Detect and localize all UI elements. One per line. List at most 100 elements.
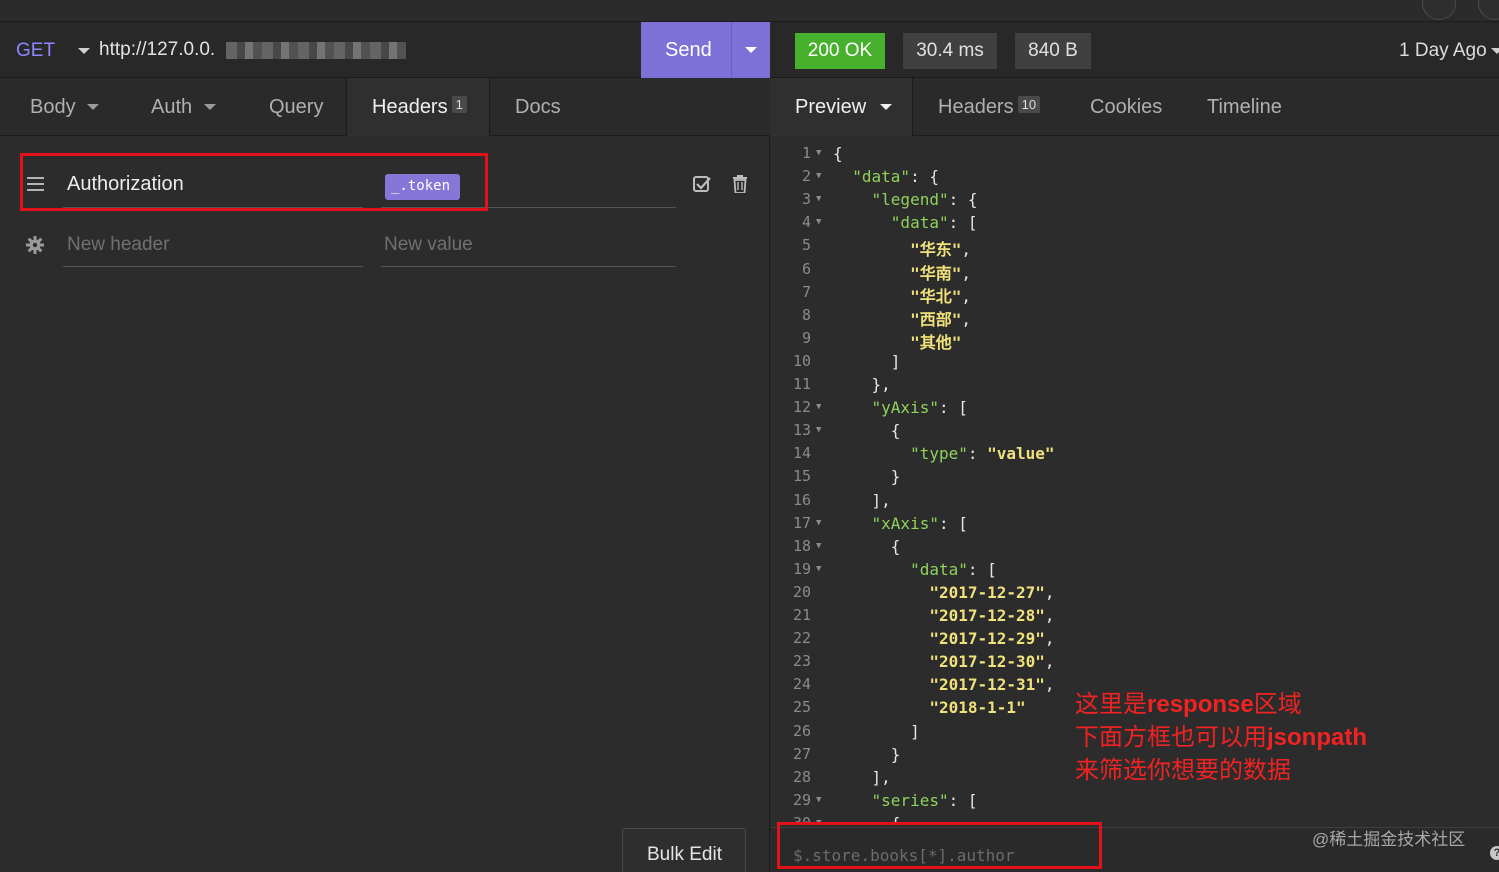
code-line: }	[833, 745, 901, 764]
new-value-input[interactable]: New value	[384, 234, 473, 256]
tab-cookies[interactable]: Cookies	[1090, 78, 1162, 136]
code-line: "series": [	[833, 791, 978, 810]
tab-label: Timeline	[1207, 96, 1282, 118]
headers-editor: Authorization _.token New header New val…	[0, 0, 770, 872]
json-key: "legend"	[871, 190, 949, 210]
line-number: 26	[792, 721, 811, 740]
fold-toggle-icon[interactable]: ▼	[816, 171, 821, 181]
annotation-line2-b: jsonpath	[1267, 724, 1367, 751]
json-punct	[833, 791, 872, 810]
help-icon[interactable]: ?	[1490, 846, 1499, 860]
line-number: 22	[792, 629, 811, 648]
json-value: "2017-12-30"	[929, 652, 1045, 672]
watermark: @稀土掘金技术社区	[1312, 830, 1466, 849]
line-number: 14	[792, 444, 811, 463]
json-key: "yAxis"	[871, 398, 939, 418]
line-number: 5	[801, 236, 811, 255]
response-status-bar: 200 OK 30.4 ms 840 B 1 Day Ago	[771, 22, 1499, 78]
line-number: 10	[792, 351, 811, 370]
json-punct: ,	[1044, 606, 1055, 625]
json-punct	[833, 629, 929, 648]
json-punct	[833, 398, 872, 417]
json-key: "xAxis"	[871, 513, 939, 533]
json-value: "2018-1-1"	[929, 698, 1026, 718]
json-punct: ,	[1044, 629, 1055, 649]
chevron-down-icon	[879, 104, 892, 110]
code-line: "华东",	[833, 236, 971, 260]
line-number: 8	[801, 305, 811, 324]
fold-toggle-icon[interactable]: ▼	[816, 148, 821, 158]
line-number: 2	[801, 167, 811, 186]
json-value: "2017-12-27"	[929, 582, 1045, 602]
json-punct	[833, 675, 929, 694]
response-size-badge: 840 B	[1015, 33, 1091, 69]
settings-circle-icon[interactable]	[1422, 0, 1456, 20]
json-punct: : [	[948, 213, 978, 233]
fold-toggle-icon[interactable]: ▼	[816, 217, 821, 227]
new-header-input[interactable]: New header	[67, 234, 169, 256]
fold-toggle-icon[interactable]: ▼	[816, 564, 821, 574]
line-number: 4	[801, 213, 811, 232]
line-number: 25	[792, 698, 811, 717]
json-punct: }	[833, 467, 901, 487]
json-punct	[833, 167, 852, 186]
tab-preview[interactable]: Preview	[770, 78, 913, 137]
json-value: "2017-12-29"	[929, 629, 1045, 649]
tab-timeline[interactable]: Timeline	[1207, 78, 1282, 136]
json-punct	[833, 444, 910, 463]
json-punct: },	[833, 375, 891, 394]
json-punct: {	[833, 536, 901, 556]
fold-toggle-icon[interactable]: ▼	[816, 541, 821, 551]
json-value: "华东"	[910, 240, 962, 260]
line-number: 11	[792, 375, 811, 393]
bulk-edit-button[interactable]: Bulk Edit	[622, 828, 746, 872]
edit-circle-icon[interactable]	[1478, 0, 1499, 20]
gear-icon[interactable]	[26, 236, 44, 254]
line-number: 6	[801, 259, 811, 278]
line-number: 27	[792, 744, 811, 763]
json-punct	[833, 190, 872, 209]
json-punct: : {	[948, 190, 978, 210]
response-age-dropdown[interactable]: 1 Day Ago	[1399, 40, 1487, 62]
json-punct	[833, 333, 910, 352]
json-punct: ,	[1044, 675, 1055, 695]
code-line: ],	[833, 491, 891, 510]
fold-toggle-icon[interactable]: ▼	[816, 425, 821, 435]
fold-toggle-icon[interactable]: ▼	[816, 518, 821, 528]
json-value: "其他"	[910, 332, 962, 352]
line-number: 28	[792, 767, 811, 786]
json-value: "2017-12-28"	[929, 606, 1045, 625]
code-line: "2017-12-28",	[833, 606, 1055, 625]
code-line: "2018-1-1"	[833, 698, 1026, 718]
annotation-line1-a: 这里是	[1075, 691, 1147, 718]
highlight-box-filter	[777, 822, 1102, 869]
json-key: "data"	[852, 167, 911, 187]
code-line: "西部",	[833, 306, 971, 330]
line-number: 1	[801, 144, 811, 162]
annotation-line2-a: 下面方框也可以用	[1075, 724, 1267, 751]
code-line: "2017-12-31",	[833, 675, 1055, 695]
annotation-text: 这里是response区域 下面方框也可以用jsonpath 来筛选你想要的数据	[1075, 688, 1367, 787]
fold-toggle-icon[interactable]: ▼	[816, 402, 821, 412]
code-line: {	[833, 421, 901, 440]
checkbox-checked-icon[interactable]	[693, 175, 711, 192]
json-punct: ]	[833, 721, 920, 741]
tab-response-headers[interactable]: Headers 10	[938, 78, 1041, 136]
line-number: 18	[792, 536, 811, 555]
line-number: 23	[792, 652, 811, 671]
json-value: "华南"	[910, 263, 962, 283]
json-punct: ,	[961, 286, 971, 306]
response-time-badge: 30.4 ms	[903, 33, 997, 69]
line-number: 13	[792, 421, 811, 440]
tab-label: Headers	[938, 96, 1014, 118]
fold-toggle-icon[interactable]: ▼	[816, 194, 821, 204]
trash-icon[interactable]	[732, 175, 748, 193]
code-line: "2017-12-30",	[833, 652, 1054, 672]
fold-toggle-icon[interactable]: ▼	[816, 795, 821, 805]
code-line: "legend": {	[833, 190, 978, 209]
annotation-line1-b: response	[1147, 691, 1254, 718]
json-punct	[833, 264, 910, 283]
json-key: "type"	[910, 444, 968, 464]
line-number: 12	[792, 398, 811, 417]
chevron-down-icon[interactable]	[1491, 48, 1499, 54]
